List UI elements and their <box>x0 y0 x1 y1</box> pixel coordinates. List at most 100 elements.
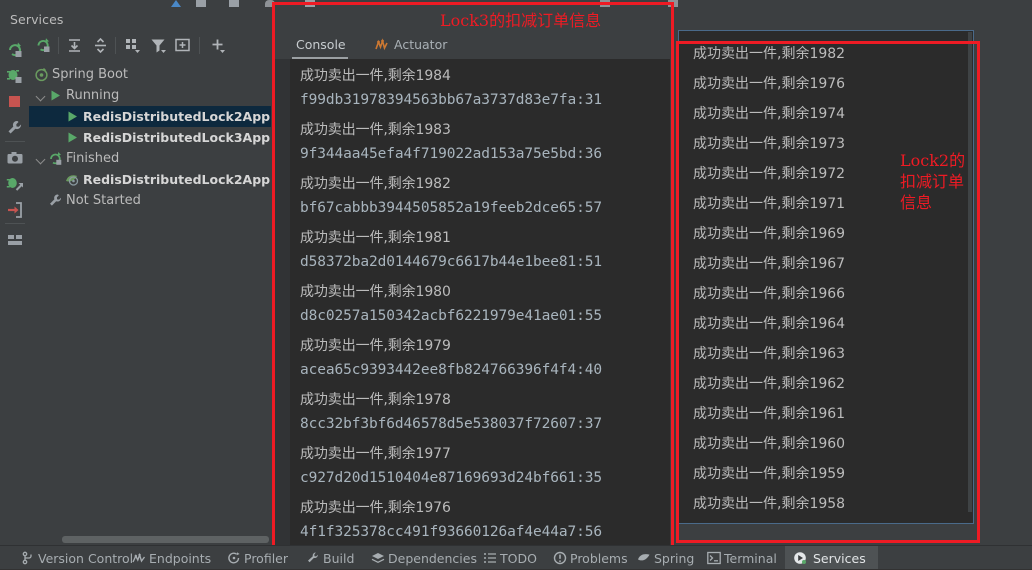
tree-item-redisdistributedlock2application-running[interactable]: RedisDistributedLock2Application <box>29 106 271 127</box>
dependencies-icon <box>371 551 385 565</box>
problems-icon <box>553 551 567 565</box>
attach-debug-icon[interactable] <box>6 175 24 193</box>
toolbar-divider-1 <box>58 37 59 54</box>
tree-item-spring-boot[interactable]: Spring Boot <box>29 64 271 85</box>
filter-icon[interactable] <box>150 37 167 54</box>
toolbar-glyph-5 <box>305 0 315 7</box>
console-line: 成功卖出一件,剩余1967 <box>693 256 846 272</box>
statusbar-item-terminal[interactable]: Terminal <box>706 546 777 570</box>
services-icon-rail <box>0 31 30 545</box>
console-line: 成功卖出一件,剩余1972 <box>693 166 846 182</box>
tree-item-label: RedisDistributedLock2Application <box>83 109 271 124</box>
console-line: 成功卖出一件,剩余1958 <box>693 496 846 512</box>
console-line: d58372ba2d0144679c6617b44e1bee81:51 <box>300 254 603 270</box>
statusbar-item-todo[interactable]: TODO <box>482 546 537 570</box>
add-frame-icon[interactable] <box>174 37 191 54</box>
statusbar-item-problems[interactable]: Problems <box>552 546 628 570</box>
toolbar-glyph-7 <box>668 0 678 7</box>
console-line: c927d20d1510404e87169693d24bf661:35 <box>300 470 603 486</box>
endpoints-icon <box>132 551 146 565</box>
tree-item-redisdistributedlock3application-running[interactable]: RedisDistributedLock3Application <box>29 127 271 148</box>
console-line: 成功卖出一件,剩余1980 <box>300 284 451 300</box>
tab-label: Console <box>296 37 346 52</box>
console-output-lock3[interactable]: 成功卖出一件,剩余1984 f99db31978394563bb67a3737d… <box>290 59 670 545</box>
services-tree[interactable]: Spring Boot Running RedisDistributedLock… <box>29 60 271 532</box>
profiler-icon <box>227 551 241 565</box>
console-line: 成功卖出一件,剩余1984 <box>300 68 451 84</box>
collapse-all-icon[interactable] <box>92 37 109 54</box>
console-line: 成功卖出一件,剩余1963 <box>693 346 846 362</box>
statusbar-item-build[interactable]: Build <box>305 546 354 570</box>
console-line: 成功卖出一件,剩余1979 <box>300 338 451 354</box>
statusbar-item-label: Problems <box>570 551 628 566</box>
console-line: 成功卖出一件,剩余1982 <box>300 176 451 192</box>
toolbar-divider-3 <box>199 37 200 54</box>
tree-expand-handle[interactable] <box>35 154 46 165</box>
camera-icon[interactable] <box>6 149 24 167</box>
console-line: 成功卖出一件,剩余1976 <box>300 500 451 516</box>
tree-item-running[interactable]: Running <box>29 85 271 106</box>
statusbar-item-label: Version Control <box>38 551 134 566</box>
terminal-icon <box>707 551 721 565</box>
rerun-icon[interactable] <box>6 41 24 59</box>
group-by-icon[interactable] <box>124 37 141 54</box>
console-line: 成功卖出一件,剩余1973 <box>693 136 846 152</box>
services-tool-window: Services Spring Boot Running RedisDistri… <box>0 9 1032 553</box>
statusbar-item-label: Terminal <box>724 551 777 566</box>
statusbar-item-label: TODO <box>500 551 537 566</box>
statusbar-item-endpoints[interactable]: Endpoints <box>131 546 211 570</box>
layout-icon[interactable] <box>6 231 24 249</box>
tree-item-not-started[interactable]: Not Started <box>29 190 271 211</box>
toolbar-glyph-4 <box>265 0 275 7</box>
console-line: 成功卖出一件,剩余1978 <box>300 392 451 408</box>
console-line: f99db31978394563bb67a3737d83e7fa:31 <box>300 92 603 108</box>
console-line: 成功卖出一件,剩余1982 <box>693 46 846 62</box>
console-line: 成功卖出一件,剩余1977 <box>300 446 451 462</box>
right-console-vertical-scrollbar[interactable] <box>968 32 972 512</box>
console-output-lock2[interactable]: 成功卖出一件,剩余1982 成功卖出一件,剩余1976 成功卖出一件,剩余197… <box>678 30 974 524</box>
console-line: 成功卖出一件,剩余1966 <box>693 286 846 302</box>
services-tree-toolbar <box>29 31 271 61</box>
statusbar-item-spring[interactable]: Spring <box>636 546 694 570</box>
attach-process-icon[interactable] <box>6 201 24 219</box>
statusbar-item-label: Services <box>813 551 866 566</box>
stop-icon[interactable] <box>6 93 24 111</box>
statusbar-item-services[interactable]: Services <box>785 546 878 570</box>
branch-icon <box>21 551 35 565</box>
statusbar-item-version-control[interactable]: Version Control <box>20 546 133 570</box>
console-line: 成功卖出一件,剩余1971 <box>693 196 846 212</box>
toolbar-glyph-2 <box>196 0 206 7</box>
tree-item-redisdistributedlock2application-finished[interactable]: RedisDistributedLock2Application <box>29 169 271 190</box>
console-pane-lock3: Console Actuator 成功卖出一件,剩余1984 f99db3197… <box>274 31 670 545</box>
run-icon <box>65 130 80 145</box>
tree-item-label: Spring Boot <box>52 67 129 82</box>
expand-all-icon[interactable] <box>66 37 83 54</box>
tree-item-label: Finished <box>66 151 120 166</box>
console-line: 成功卖出一件,剩余1960 <box>693 436 846 452</box>
tree-item-finished[interactable]: Finished <box>29 148 271 169</box>
statusbar-item-profiler[interactable]: Profiler <box>226 546 288 570</box>
statusbar-item-label: Spring <box>654 551 695 566</box>
tree-item-label: Not Started <box>66 193 141 208</box>
tab-label: Actuator <box>394 37 448 52</box>
tab-console[interactable]: Console <box>296 31 346 59</box>
rerun-icon[interactable] <box>35 37 52 54</box>
tree-expand-handle[interactable] <box>35 91 46 102</box>
actuator-icon <box>374 37 390 53</box>
console-line: 9f344aa45efa4f719022ad153a75e5bd:36 <box>300 146 603 162</box>
console-line: d8c0257a150342acbf6221979e41ae01:55 <box>300 308 603 324</box>
tab-actuator[interactable]: Actuator <box>374 31 447 59</box>
tree-horizontal-scrollbar-thumb[interactable] <box>62 536 269 543</box>
console-line: 成功卖出一件,剩余1976 <box>693 76 846 92</box>
spring-boot-icon <box>34 67 49 82</box>
console-line: acea65c9393442ee8fb824766396f4f4:40 <box>300 362 603 378</box>
console-gutter <box>274 59 291 545</box>
console-line: 成功卖出一件,剩余1959 <box>693 466 846 482</box>
console-line: 成功卖出一件,剩余1983 <box>300 122 451 138</box>
add-icon[interactable] <box>209 37 226 54</box>
debug-icon[interactable] <box>6 67 24 85</box>
statusbar-item-dependencies[interactable]: Dependencies <box>370 546 477 570</box>
bottom-tool-window-bar: Version Control Endpoints Profiler Build… <box>0 545 1032 570</box>
toolbar-glyph-1 <box>171 0 181 7</box>
wrench-icon[interactable] <box>6 119 24 137</box>
